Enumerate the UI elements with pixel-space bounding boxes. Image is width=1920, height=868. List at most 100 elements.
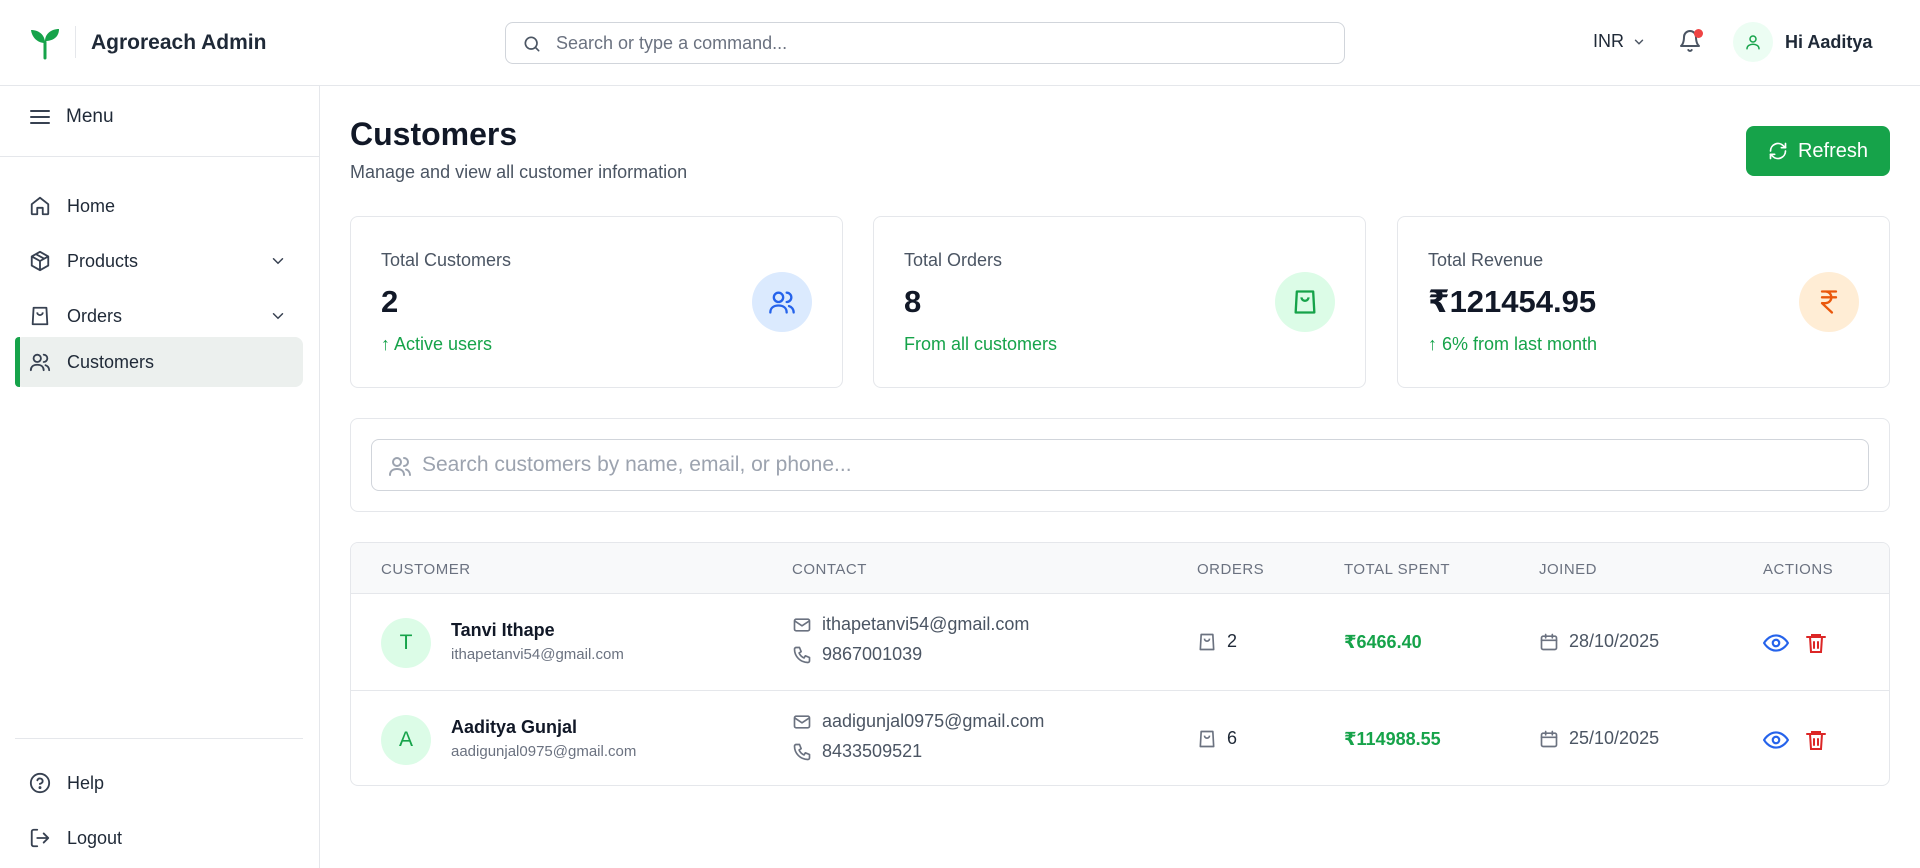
customer-search[interactable]: [371, 439, 1869, 491]
rupee-icon: [1820, 290, 1838, 314]
users-icon: [29, 353, 51, 372]
stat-value: 8: [904, 284, 922, 319]
customer-search-input[interactable]: [422, 440, 1852, 490]
refresh-label: Refresh: [1797, 139, 1869, 162]
refresh-button[interactable]: Refresh: [1746, 126, 1890, 176]
view-button[interactable]: [1763, 630, 1789, 656]
column-header: ACTIONS: [1763, 561, 1834, 578]
view-button[interactable]: [1763, 727, 1789, 753]
command-search[interactable]: [505, 22, 1345, 64]
joined-date: 28/10/2025: [1569, 631, 1660, 651]
contact-phone-line: 8433509521: [792, 741, 922, 762]
stat-card-orders: Total Orders 8 From all customers: [873, 216, 1366, 388]
home-icon: [30, 196, 50, 216]
user-icon: [1746, 35, 1760, 50]
trash-icon: [1806, 731, 1826, 750]
search-icon: [524, 36, 540, 52]
currency-label: INR: [1593, 31, 1624, 51]
stat-card-revenue: Total Revenue ₹121454.95 ↑ 6% from last …: [1397, 216, 1890, 388]
stat-icon-circle: [1799, 272, 1859, 332]
chevron-down-icon: [272, 258, 284, 265]
delete-button[interactable]: [1803, 630, 1829, 656]
joined-cell: 28/10/2025: [1539, 631, 1659, 652]
customer-name: Aaditya Gunjal: [451, 717, 578, 737]
user-menu[interactable]: Hi Aaditya: [1733, 22, 1872, 62]
divider: [0, 156, 319, 157]
stat-note: ↑ Active users: [381, 334, 493, 354]
menu-label: Menu: [66, 106, 114, 127]
box-icon: [30, 250, 50, 272]
hamburger-icon: [30, 110, 50, 124]
stat-label: Total Customers: [381, 250, 512, 270]
contact-email: aadigunjal0975@gmail.com: [822, 711, 1045, 731]
column-header: ORDERS: [1197, 561, 1265, 578]
trash-icon: [1806, 634, 1826, 653]
sidebar-item-products[interactable]: Products: [15, 236, 303, 286]
orders-count: 6: [1227, 728, 1238, 748]
column-header: TOTAL SPENT: [1344, 561, 1451, 578]
users-icon: [389, 457, 411, 476]
bag-icon: [31, 306, 49, 326]
sidebar-item-label: Orders: [67, 305, 123, 326]
column-header: JOINED: [1539, 561, 1598, 578]
mail-icon: [793, 617, 811, 632]
eye-icon: [1763, 634, 1789, 652]
sidebar-item-customers[interactable]: Customers: [15, 337, 303, 387]
joined-date: 25/10/2025: [1569, 728, 1660, 748]
menu-toggle[interactable]: Menu: [28, 105, 114, 129]
customer-email: ithapetanvi54@gmail.com: [451, 646, 624, 663]
sidebar-item-home[interactable]: Home: [15, 181, 303, 231]
sprout-logo-icon: [31, 29, 59, 60]
chevron-down-icon: [272, 313, 284, 320]
stat-label: Total Revenue: [1428, 250, 1544, 270]
stat-icon-circle: [1275, 272, 1335, 332]
table-row: A Aaditya Gunjal aadigunjal0975@gmail.co…: [351, 690, 1889, 785]
notification-dot: [1694, 29, 1703, 38]
divider: [15, 738, 303, 739]
page-subtitle: Manage and view all customer information: [350, 162, 688, 182]
stat-note: From all customers: [904, 334, 1058, 354]
sidebar-item-label: Customers: [67, 351, 155, 372]
brand-divider: [75, 26, 76, 58]
users-icon: [769, 291, 795, 314]
sidebar-item-help[interactable]: Help: [15, 758, 303, 808]
eye-icon: [1763, 731, 1789, 749]
table-header: CUSTOMER CONTACT ORDERS TOTAL SPENT JOIN…: [351, 543, 1889, 594]
calendar-icon: [1540, 730, 1558, 747]
bag-icon: [1199, 730, 1215, 747]
brand-name: Agroreach Admin: [91, 31, 267, 54]
sidebar-item-logout[interactable]: Logout: [15, 813, 303, 863]
customers-table: CUSTOMER CONTACT ORDERS TOTAL SPENT JOIN…: [350, 542, 1890, 786]
customer-search-card: [350, 418, 1890, 512]
stat-label: Total Orders: [904, 250, 1003, 270]
delete-button[interactable]: [1803, 727, 1829, 753]
column-header: CUSTOMER: [381, 561, 471, 578]
notifications-button[interactable]: [1678, 28, 1704, 56]
avatar: T: [381, 618, 431, 668]
stat-note: ↑ 6% from last month: [1428, 334, 1598, 354]
contact-email-line: aadigunjal0975@gmail.com: [792, 711, 1044, 732]
chevron-down-icon: [1634, 39, 1644, 45]
user-greeting: Hi Aaditya: [1785, 31, 1873, 52]
total-spent: ₹114988.55: [1344, 729, 1441, 749]
logout-icon: [30, 828, 50, 848]
orders-cell: 2: [1197, 631, 1237, 652]
bag-icon: [1199, 633, 1215, 650]
avatar: A: [381, 715, 431, 765]
orders-cell: 6: [1197, 728, 1237, 749]
help-icon: [29, 772, 51, 794]
phone-icon: [793, 646, 811, 663]
contact-email: ithapetanvi54@gmail.com: [822, 614, 1030, 634]
stat-card-customers: Total Customers 2 ↑ Active users: [350, 216, 843, 388]
command-search-input[interactable]: [556, 23, 1326, 63]
top-header: Agroreach Admin INR Hi Aaditya: [0, 0, 1920, 86]
phone-icon: [793, 743, 811, 760]
customer-email: aadigunjal0975@gmail.com: [451, 743, 637, 760]
orders-count: 2: [1227, 631, 1238, 651]
contact-phone: 9867001039: [822, 644, 923, 664]
sidebar-item-label: Products: [67, 250, 139, 271]
currency-selector[interactable]: INR: [1593, 31, 1646, 52]
sidebar-item-label: Home: [67, 195, 116, 216]
sidebar-item-orders[interactable]: Orders: [15, 291, 303, 341]
bag-icon: [1294, 290, 1316, 314]
